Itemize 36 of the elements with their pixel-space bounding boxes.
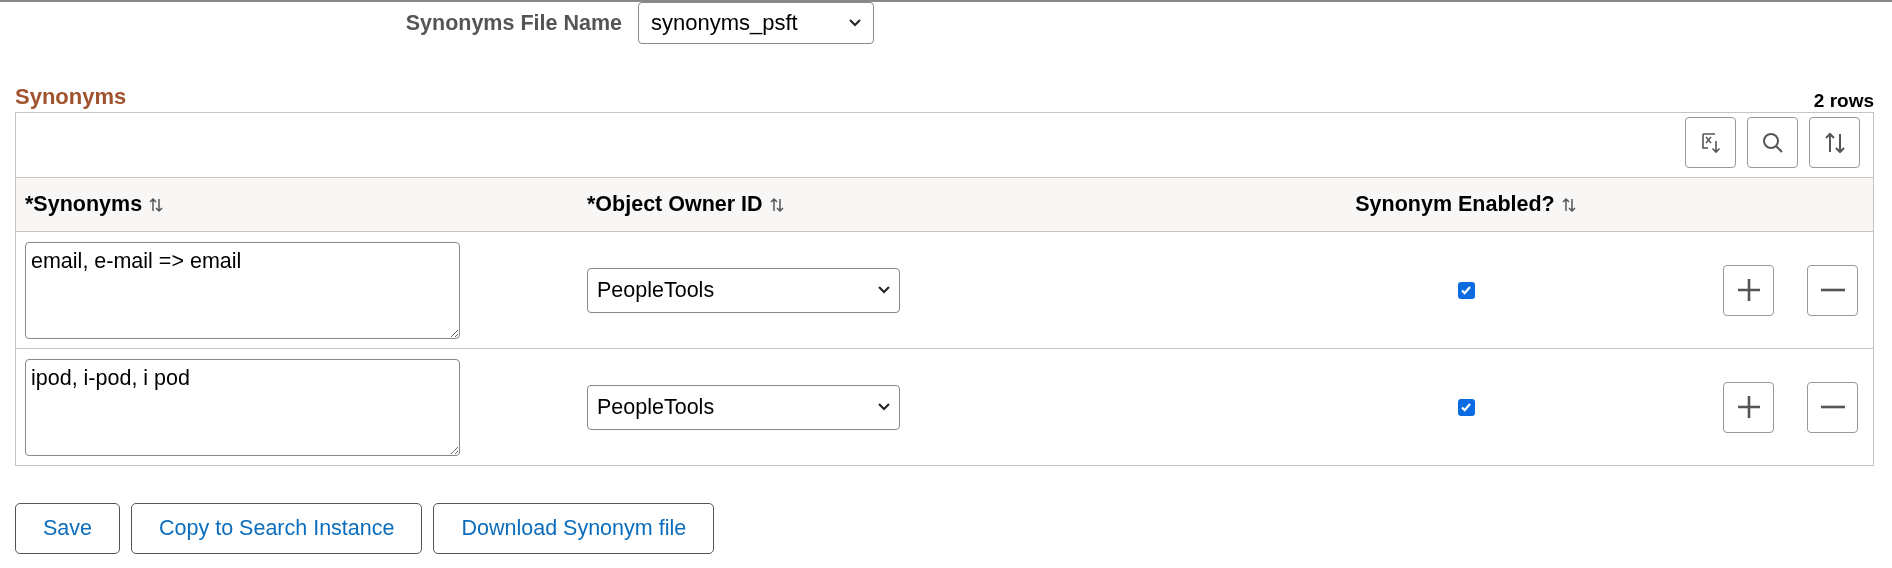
- chevron-icon: [878, 403, 890, 411]
- plus-icon: [1736, 278, 1761, 302]
- column-header[interactable]: Synonym Enabled?: [1355, 192, 1555, 217]
- synonyms-field[interactable]: ipod, i-pod, i pod: [25, 358, 460, 456]
- section-title: Synonyms: [15, 84, 127, 111]
- delete-row-button[interactable]: [1807, 264, 1858, 316]
- check-icon: [1460, 284, 1472, 296]
- field-label: Synonyms File Name: [404, 10, 622, 36]
- column-header[interactable]: *Object Owner ID: [587, 192, 763, 217]
- action-button[interactable]: Copy to Search Instance: [131, 503, 423, 554]
- row-count: 2 rows: [1813, 90, 1874, 112]
- column-header[interactable]: *Synonyms: [25, 192, 143, 217]
- minus-icon: [1820, 405, 1845, 409]
- check-icon: [1460, 401, 1472, 413]
- add-row-button[interactable]: [1723, 264, 1774, 316]
- owner-dropdown[interactable]: PeopleTools: [587, 384, 900, 430]
- minus-icon: [1820, 288, 1845, 292]
- sort-icon[interactable]: [148, 196, 165, 213]
- add-row-button[interactable]: [1723, 381, 1774, 433]
- owner-dropdown[interactable]: PeopleTools: [587, 267, 900, 313]
- export-button[interactable]: [1685, 117, 1736, 168]
- enabled-checkbox[interactable]: [1457, 398, 1475, 416]
- chevron-icon: [878, 286, 890, 294]
- action-button[interactable]: Download Synonym file: [433, 503, 715, 554]
- chevron-icon: [849, 19, 861, 27]
- sort-button[interactable]: [1809, 117, 1860, 168]
- action-button[interactable]: Save: [15, 503, 120, 554]
- search-icon: [1760, 130, 1785, 155]
- plus-icon: [1736, 395, 1761, 419]
- sort-icon[interactable]: [768, 196, 785, 213]
- enabled-checkbox[interactable]: [1457, 281, 1475, 299]
- file-name-dropdown[interactable]: synonyms_psft: [638, 2, 874, 44]
- search-button[interactable]: [1747, 117, 1798, 168]
- delete-row-button[interactable]: [1807, 381, 1858, 433]
- sort-icon[interactable]: [1560, 196, 1577, 213]
- synonyms-field[interactable]: email, e-mail => email: [25, 241, 460, 339]
